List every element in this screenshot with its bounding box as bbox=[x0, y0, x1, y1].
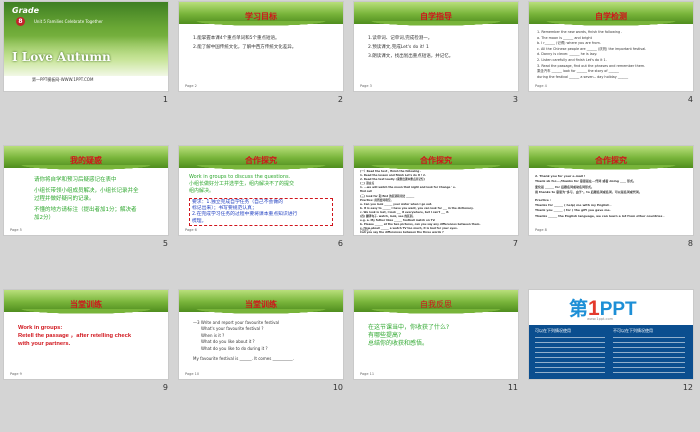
page-label: Page 3 bbox=[360, 84, 372, 88]
text-line: 过程并做好疑问的记录。 bbox=[34, 196, 95, 202]
page-label: Page 9 bbox=[10, 372, 22, 376]
forbidden-heading: 不可以在下列情况使用 bbox=[613, 328, 653, 333]
text-line: 在这节课当中，你收获了什么? bbox=[368, 324, 450, 331]
text-line: 用 thanks to 意思为"多亏、由于"。to 后跟名词或名词，可以是名词或… bbox=[535, 190, 642, 195]
text-line: What do you like to do during it ? bbox=[201, 345, 268, 351]
text-line: 请你将自学和预习后疑惑记在表中 bbox=[34, 177, 117, 183]
slide-number: 3 bbox=[512, 95, 518, 104]
slide-thumbnail-11[interactable]: 自我反思 在这节课当中，你收获了什么? 有哪些提高? 总结你的收获和感悟。 Pa… bbox=[350, 288, 524, 396]
grade-badge: 8 bbox=[16, 17, 25, 26]
text-line: 2.能了解中国传统文化，了解中西方传统文化差异。 bbox=[193, 45, 297, 50]
page-label: Page 11 bbox=[360, 372, 375, 376]
slide-number: 11 bbox=[507, 383, 518, 392]
text-line: with your partners. bbox=[18, 341, 71, 347]
slide-thumbnail-9[interactable]: 当堂训练 Work in groups: Retell the passage … bbox=[0, 288, 174, 396]
text-line: during the festival ______ a seven-- day… bbox=[537, 74, 629, 79]
slide-title: 自学检测 bbox=[595, 11, 627, 21]
text-line: 2.预读课文,完成Let's do it! 1 bbox=[368, 45, 429, 50]
text-line: Work in groups to discuss the questions. bbox=[189, 174, 291, 180]
text-line: Thanks ______ the English language, we c… bbox=[535, 213, 665, 218]
cover-title: I Love Autumn bbox=[12, 50, 111, 64]
allowed-list bbox=[535, 337, 605, 375]
text-line: 3.朗读课文，找出划出重点短语，并记忆。 bbox=[368, 54, 454, 59]
site-logo: 第1PPT bbox=[569, 297, 637, 320]
page-label: Page 8 bbox=[535, 228, 547, 232]
forbidden-list bbox=[613, 337, 685, 375]
slide-thumbnail-3[interactable]: 自学指导 1.读单词、记单词,完成检测一。 2.预读课文,完成Let's do … bbox=[350, 0, 524, 108]
slide-number: 5 bbox=[162, 239, 168, 248]
page-label: Page 7 bbox=[360, 228, 372, 232]
slide-title: 自我反思 bbox=[420, 300, 452, 309]
slide-number: 10 bbox=[332, 383, 343, 392]
slide-title: 当堂训练 bbox=[70, 299, 102, 309]
text-line: My favourite festival is ______. It come… bbox=[193, 356, 294, 362]
page-label: Page 4 bbox=[535, 84, 547, 88]
page-label: Page 6 bbox=[185, 228, 197, 232]
text-line: 1.读单词、记单词,完成检测一。 bbox=[368, 36, 433, 41]
text-line: 2.在完成学习任务的过程中要将课本重点知识进行 bbox=[192, 212, 298, 218]
slide-thumbnail-8[interactable]: 合作探究 2. Thank you for your e-mail ! Than… bbox=[525, 144, 699, 252]
text-line: 1.能掌握本课4个重点单词和5个重点短语。 bbox=[193, 36, 280, 41]
slide-number: 8 bbox=[687, 239, 693, 248]
slide-number: 6 bbox=[337, 239, 343, 248]
text-line: 总结你的收获和感悟。 bbox=[368, 340, 429, 347]
license-panel: 可以在下列情况使用 不可以在下列情况使用 bbox=[529, 325, 693, 379]
unit-title: Unit 5 Families Celebrate Together bbox=[34, 19, 103, 24]
slide-thumbnail-7[interactable]: 合作探究 (一）Read the text , finish the follo… bbox=[350, 144, 524, 252]
cover-footer: 第一PPT模板网-WWW.1PPT.COM bbox=[32, 77, 94, 82]
slide-thumbnail-1[interactable]: Grade 8 Unit 5 Families Celebrate Togeth… bbox=[0, 0, 174, 108]
slide-title: 当堂训练 bbox=[245, 299, 277, 309]
text-line: 有哪些提高? bbox=[368, 332, 402, 339]
slide-title: 合作探究 bbox=[245, 155, 277, 165]
slide-thumbnail-10[interactable]: 当堂训练 一3 Write and report your favourite … bbox=[175, 288, 349, 396]
text-line: 加2分） bbox=[34, 215, 54, 221]
text-line: 小组长带领小组成员解决，小组长记录并全 bbox=[34, 188, 139, 194]
site-url: www.1ppt.com bbox=[587, 317, 614, 321]
requirement-box: 要求：1.独立完成自学任务（自己不会做的 标记出来）；书写要规范认真； 2.在完… bbox=[189, 198, 333, 226]
slide-number: 7 bbox=[512, 239, 518, 248]
slide-title: 自学指导 bbox=[420, 11, 452, 21]
slide-number: 4 bbox=[687, 95, 693, 104]
text-line: Can you say the differences between the … bbox=[360, 230, 444, 235]
page-label: Page 2 bbox=[185, 84, 197, 88]
allowed-heading: 可以在下列情况使用 bbox=[535, 328, 571, 333]
text-line: 梳理。 bbox=[192, 218, 207, 224]
slide-thumbnail-2[interactable]: 学习目标 1.能掌握本课4个重点单词和5个重点短语。 2.能了解中国传统文化，了… bbox=[175, 0, 349, 108]
slide-title: 合作探究 bbox=[420, 155, 452, 165]
slide-thumbnail-5[interactable]: 我的疑惑 请你将自学和预习后疑惑记在表中 小组长带领小组成员解决，小组长记录并全… bbox=[0, 144, 174, 252]
slide-thumbnail-12[interactable]: 第1PPT www.1ppt.com 可以在下列情况使用 不可以在下列情况使用 … bbox=[525, 288, 699, 396]
page-label: Page 5 bbox=[10, 228, 22, 232]
text-line: Work in groups: bbox=[18, 325, 63, 331]
slide-number: 12 bbox=[682, 383, 693, 392]
text-line: 不懂的地方请标注（提出者加1分；解决者 bbox=[34, 207, 137, 213]
slide-number: 9 bbox=[162, 383, 168, 392]
text-line: 组内解决。 bbox=[189, 188, 215, 194]
text-line: 小组长做好分工并选学生，组内解决不了的提交 bbox=[189, 181, 295, 187]
grade-label: Grade bbox=[12, 6, 40, 15]
slide-number: 2 bbox=[337, 95, 343, 104]
slide-title: 学习目标 bbox=[245, 11, 277, 21]
slide-thumbnail-4[interactable]: 自学检测 1. Remember the new words, finish t… bbox=[525, 0, 699, 108]
slide-number: 1 bbox=[162, 95, 168, 104]
page-label: Page 10 bbox=[185, 372, 200, 376]
slide-title: 我的疑惑 bbox=[70, 155, 102, 165]
slide-title: 合作探究 bbox=[595, 155, 627, 165]
text-line: Retell the passage ，after retelling chec… bbox=[18, 333, 132, 339]
slide-thumbnail-6[interactable]: 合作探究 Work in groups to discuss the quest… bbox=[175, 144, 349, 252]
